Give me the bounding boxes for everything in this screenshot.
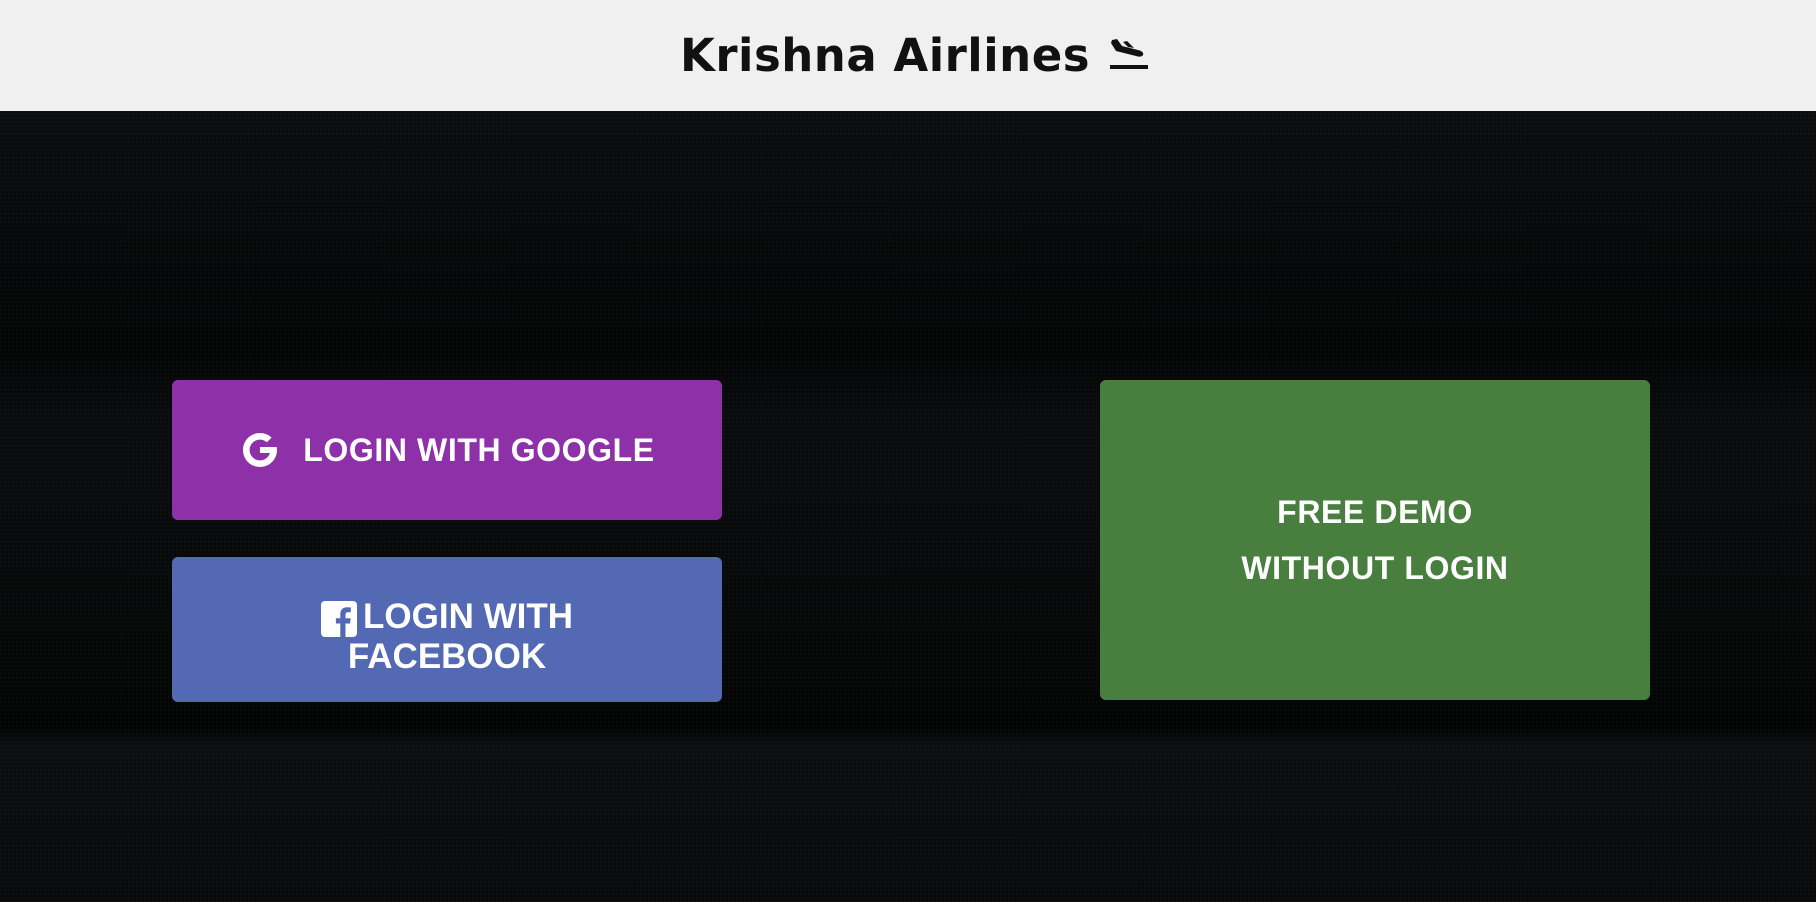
login-facebook-label-line2: FACEBOOK [347,637,547,676]
free-demo-button[interactable]: FREE DEMO WITHOUT LOGIN [1100,380,1650,700]
brand: Krishna Airlines [680,29,1150,82]
google-icon [239,429,281,471]
login-facebook-label-line1: LOGIN WITH [363,597,573,636]
facebook-icon [321,601,358,637]
login-google-label: LOGIN WITH GOOGLE [303,431,655,468]
app-title: Krishna Airlines [679,29,1090,82]
login-facebook-button[interactable]: LOGIN WITH FACEBOOK [172,557,722,702]
free-demo-label-line1: FREE DEMO [1277,494,1473,530]
login-google-button[interactable]: LOGIN WITH GOOGLE [172,380,722,520]
flight-land-icon [1108,32,1150,76]
app-header: Krishna Airlines [0,0,1816,111]
free-demo-label-line2: WITHOUT LOGIN [1241,550,1509,586]
